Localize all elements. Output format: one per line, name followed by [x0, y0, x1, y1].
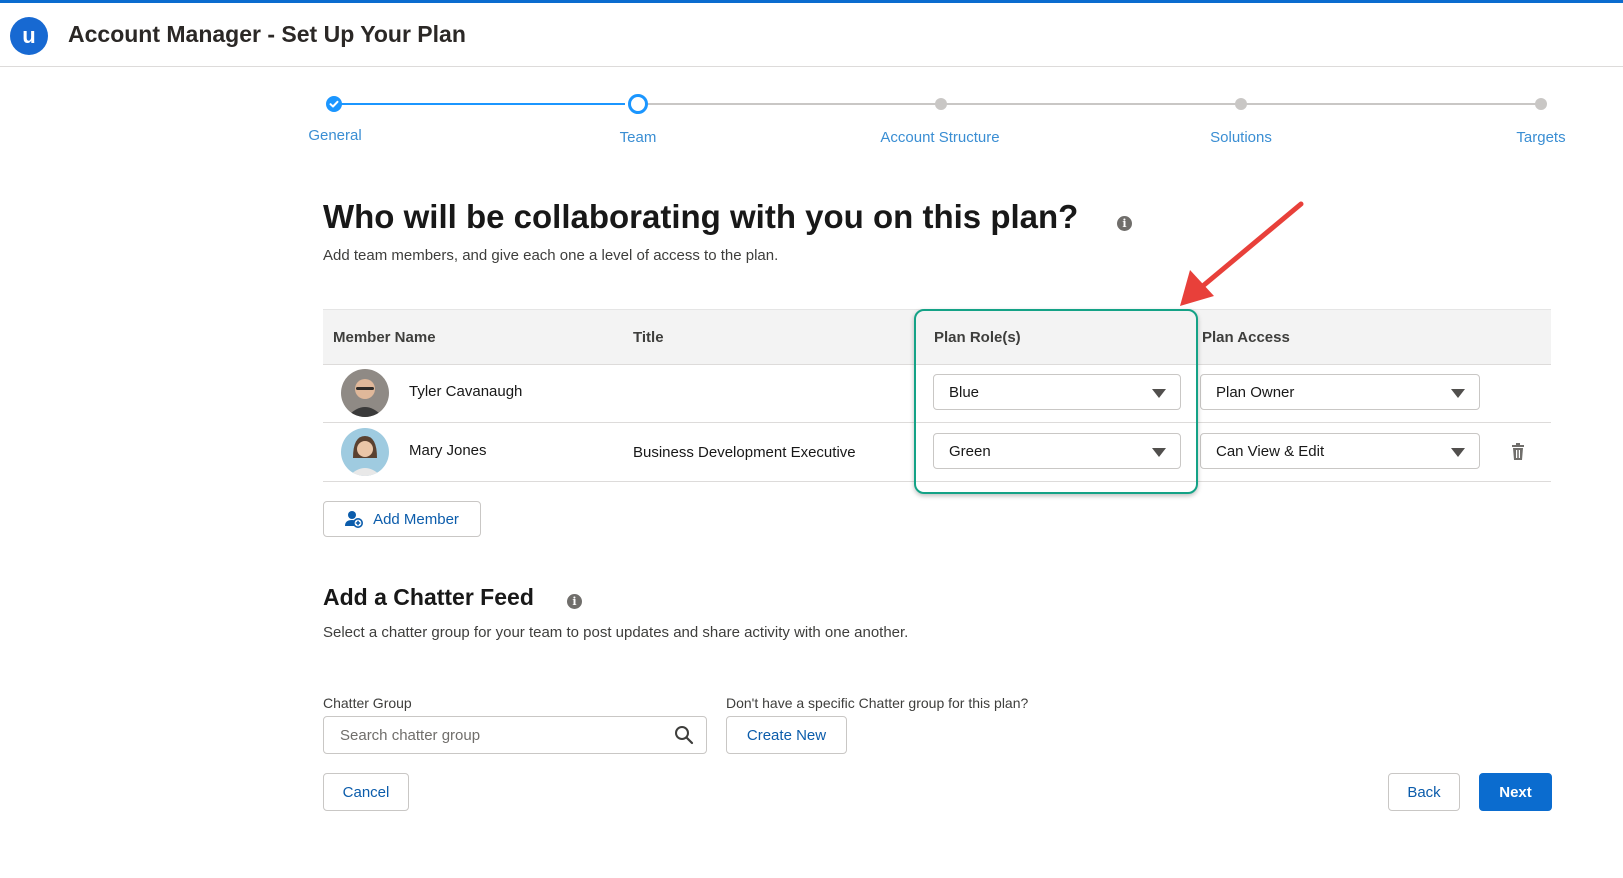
- info-icon[interactable]: i: [1117, 216, 1132, 231]
- back-button[interactable]: Back: [1388, 773, 1460, 811]
- chatter-heading: Add a Chatter Feed: [323, 584, 534, 610]
- team-heading: Who will be collaborating with you on th…: [323, 198, 1079, 235]
- info-icon[interactable]: i: [567, 594, 582, 609]
- step-solutions-icon[interactable]: [1235, 98, 1247, 110]
- member-title: Business Development Executive: [633, 444, 856, 461]
- create-new-button[interactable]: Create New: [726, 716, 847, 754]
- stepper-track-upcoming: [645, 103, 1540, 105]
- plan-access-select[interactable]: Plan Owner: [1200, 374, 1480, 410]
- chevron-down-icon: [1451, 389, 1465, 398]
- step-label-account-structure[interactable]: Account Structure: [880, 129, 999, 146]
- step-general-check-icon[interactable]: [326, 96, 342, 112]
- app-logo: u: [10, 17, 48, 55]
- chevron-down-icon: [1451, 448, 1465, 457]
- plan-access-value: Can View & Edit: [1216, 443, 1325, 460]
- member-name: Mary Jones: [409, 442, 487, 459]
- team-description: Add team members, and give each one a le…: [323, 247, 779, 264]
- step-account-structure-icon[interactable]: [935, 98, 947, 110]
- search-icon: [675, 726, 694, 745]
- chatter-group-search-input[interactable]: [338, 726, 662, 745]
- step-label-targets[interactable]: Targets: [1516, 129, 1565, 146]
- add-member-label: Add Member: [373, 510, 459, 528]
- chatter-group-label: Chatter Group: [323, 695, 412, 711]
- no-group-prompt: Don't have a specific Chatter group for …: [726, 695, 1029, 711]
- plan-access-select[interactable]: Can View & Edit: [1200, 433, 1480, 469]
- cancel-button[interactable]: Cancel: [323, 773, 409, 811]
- step-targets-icon[interactable]: [1535, 98, 1547, 110]
- plan-roles-highlight: [914, 309, 1198, 494]
- step-label-general[interactable]: General: [308, 127, 361, 144]
- avatar: [341, 428, 389, 476]
- step-label-team[interactable]: Team: [620, 129, 657, 146]
- column-plan-access: Plan Access: [1202, 329, 1290, 346]
- next-button[interactable]: Next: [1479, 773, 1552, 811]
- avatar: [341, 369, 389, 417]
- chatter-group-search[interactable]: [323, 716, 707, 754]
- annotation-arrow-icon: [1180, 201, 1304, 306]
- member-name: Tyler Cavanaugh: [409, 383, 523, 400]
- step-team-current-icon[interactable]: [628, 94, 648, 114]
- trash-icon[interactable]: [1510, 443, 1526, 461]
- add-member-button[interactable]: Add Member: [323, 501, 481, 537]
- step-label-solutions[interactable]: Solutions: [1210, 129, 1272, 146]
- page-title: Account Manager - Set Up Your Plan: [68, 21, 466, 47]
- column-member-name: Member Name: [333, 329, 436, 346]
- app-header: u Account Manager - Set Up Your Plan: [0, 3, 1623, 67]
- column-title: Title: [633, 329, 664, 346]
- plan-access-value: Plan Owner: [1216, 384, 1295, 401]
- add-user-icon: [345, 511, 364, 528]
- stepper-track-complete: [335, 103, 625, 105]
- chatter-description: Select a chatter group for your team to …: [323, 624, 909, 641]
